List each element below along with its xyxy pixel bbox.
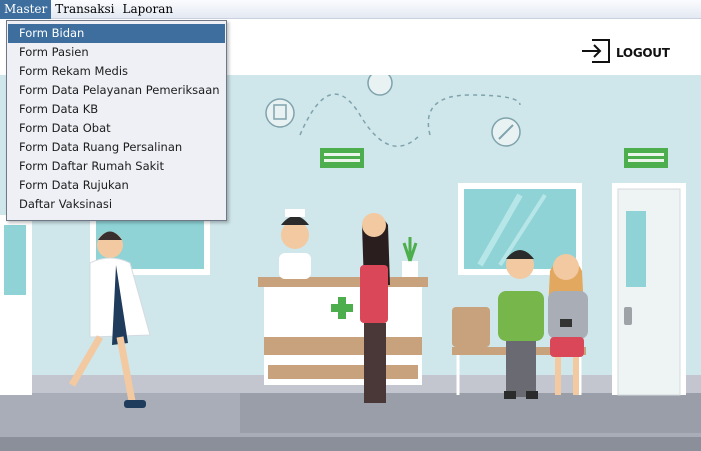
menu-item-form-daftar-rumah-sakit[interactable]: Form Daftar Rumah Sakit <box>7 157 226 176</box>
menu-item-form-data-rujukan[interactable]: Form Data Rujukan <box>7 176 226 195</box>
menu-item-form-data-pelayanan-pemeriksaan[interactable]: Form Data Pelayanan Pemeriksaan <box>7 81 226 100</box>
menu-item-form-data-kb[interactable]: Form Data KB <box>7 100 226 119</box>
menu-laporan[interactable]: Laporan <box>118 0 177 19</box>
menu-transaksi[interactable]: Transaksi <box>51 0 118 19</box>
menu-item-form-rekam-medis[interactable]: Form Rekam Medis <box>7 62 226 81</box>
menu-master[interactable]: Master <box>0 0 52 19</box>
menu-item-form-data-ruang-persalinan[interactable]: Form Data Ruang Persalinan <box>7 138 226 157</box>
menu-item-form-pasien[interactable]: Form Pasien <box>7 43 226 62</box>
logout-icon <box>580 37 612 69</box>
menu-bar: Master Transaksi Laporan <box>0 0 701 19</box>
logout-button[interactable]: LOGOUT <box>580 39 670 67</box>
menu-item-form-bidan[interactable]: Form Bidan <box>8 24 225 43</box>
menu-item-daftar-vaksinasi[interactable]: Daftar Vaksinasi <box>7 195 226 214</box>
master-dropdown-menu: Form Bidan Form Pasien Form Rekam Medis … <box>6 20 227 221</box>
logout-label: LOGOUT <box>616 46 670 60</box>
menu-item-form-data-obat[interactable]: Form Data Obat <box>7 119 226 138</box>
